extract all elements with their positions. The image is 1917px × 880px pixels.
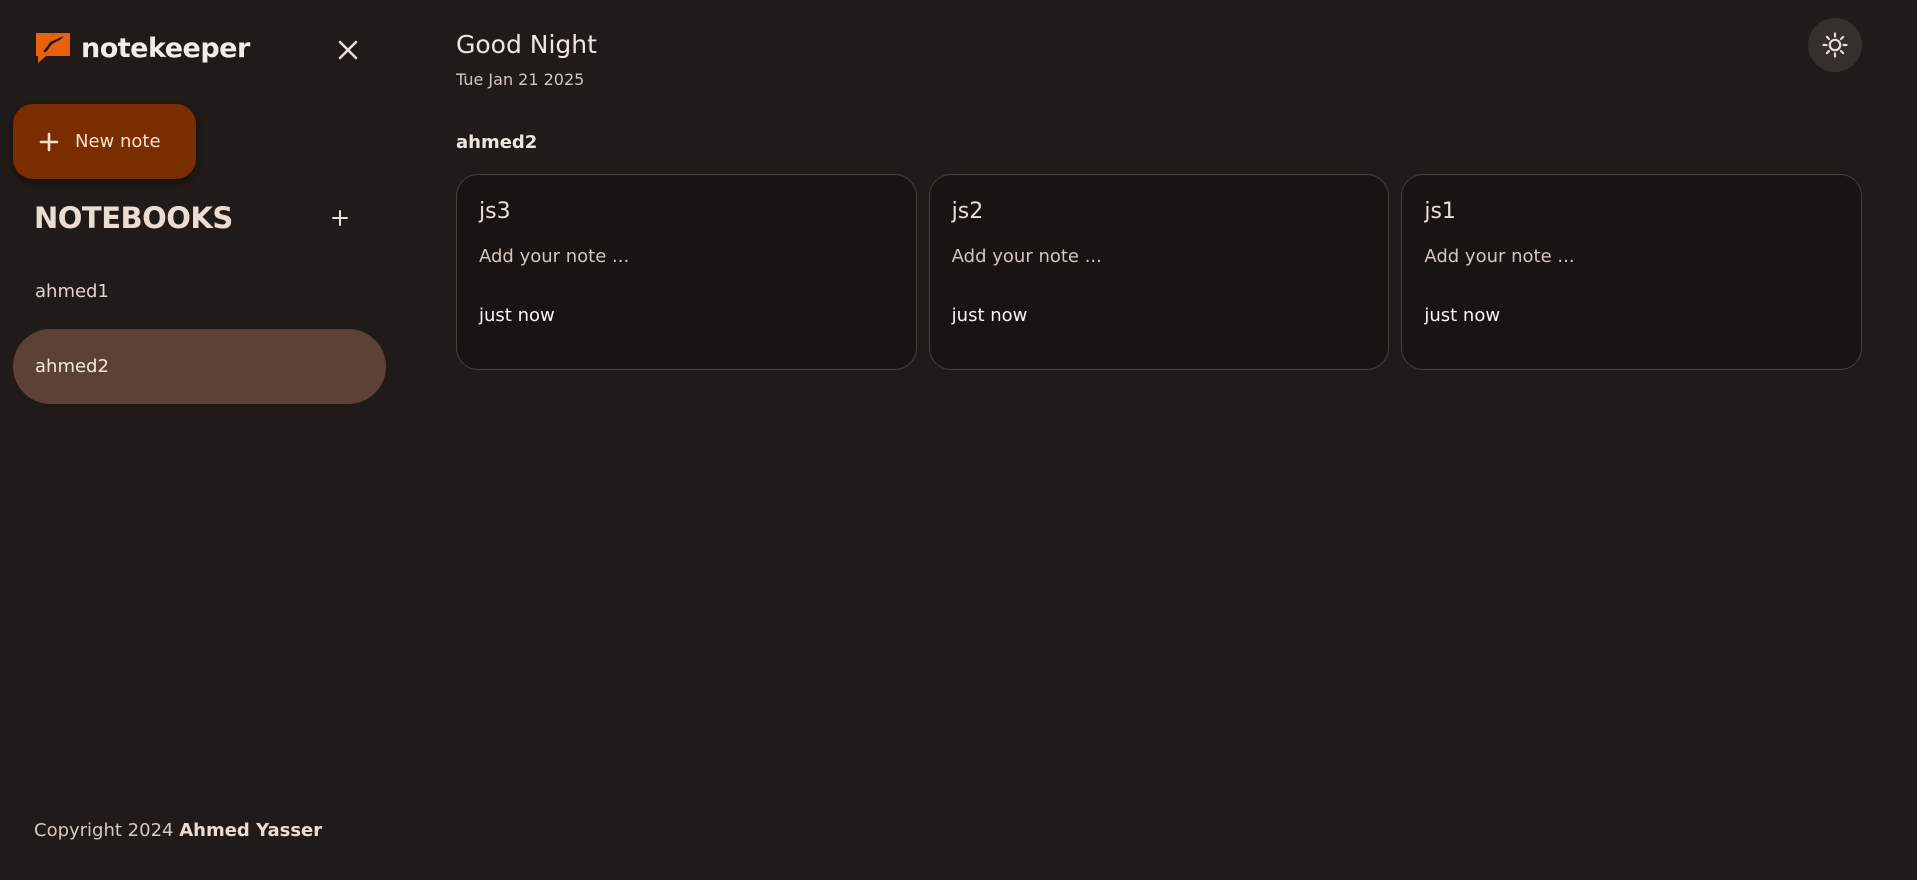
note-title: js1 [1424, 199, 1456, 224]
sidebar: notekeeper New note NOTEBOOKS ahmed1 ahm… [0, 0, 400, 880]
note-time: just now [479, 305, 555, 326]
close-icon [338, 40, 358, 60]
copyright-prefix: Copyright 2024 [34, 820, 174, 841]
copyright-author: Ahmed Yasser [179, 820, 323, 841]
note-card[interactable]: js2 Add your note ... just now [928, 174, 1390, 370]
notebook-item-ahmed1[interactable]: ahmed1 [13, 254, 386, 329]
theme-toggle-button[interactable] [1808, 18, 1862, 72]
notekeeper-logo-icon [36, 33, 70, 63]
new-note-button[interactable]: New note [13, 104, 196, 179]
greeting: Good Night [456, 30, 597, 59]
note-body: Add your note ... [951, 246, 1102, 267]
sun-icon [1822, 32, 1848, 58]
note-body: Add your note ... [1424, 246, 1575, 267]
note-time: just now [1424, 305, 1501, 326]
note-title: js2 [951, 199, 984, 224]
notebooks-title: NOTEBOOKS [34, 201, 233, 235]
notebook-item-ahmed2[interactable]: ahmed2 [13, 329, 386, 404]
note-list: js3 Add your note ... just now js2 Add y… [456, 174, 1863, 370]
new-note-label: New note [75, 131, 161, 152]
notebook-item-label: ahmed2 [35, 356, 109, 377]
close-sidebar-button[interactable] [332, 34, 364, 66]
note-title: js3 [479, 199, 511, 224]
note-card[interactable]: js1 Add your note ... just now [1401, 174, 1863, 370]
brand[interactable]: notekeeper [34, 30, 250, 66]
note-card[interactable]: js3 Add your note ... just now [456, 174, 917, 370]
plus-icon [39, 132, 59, 151]
note-time: just now [951, 305, 1028, 326]
main-content: Good Night Tue Jan 21 2025 ahmed2 js3 Ad… [456, 0, 1863, 880]
current-date: Tue Jan 21 2025 [456, 70, 585, 89]
notebook-list: ahmed1 ahmed2 [13, 254, 386, 404]
brand-name: notekeeper [81, 32, 250, 64]
notebooks-header: NOTEBOOKS [34, 197, 354, 239]
add-notebook-button[interactable] [324, 202, 356, 234]
copyright: Copyright 2024 Ahmed Yasser [34, 820, 322, 841]
note-body: Add your note ... [479, 246, 630, 267]
notebook-item-label: ahmed1 [35, 281, 109, 302]
plus-icon [332, 210, 348, 226]
notebook-title: ahmed2 [456, 132, 538, 153]
